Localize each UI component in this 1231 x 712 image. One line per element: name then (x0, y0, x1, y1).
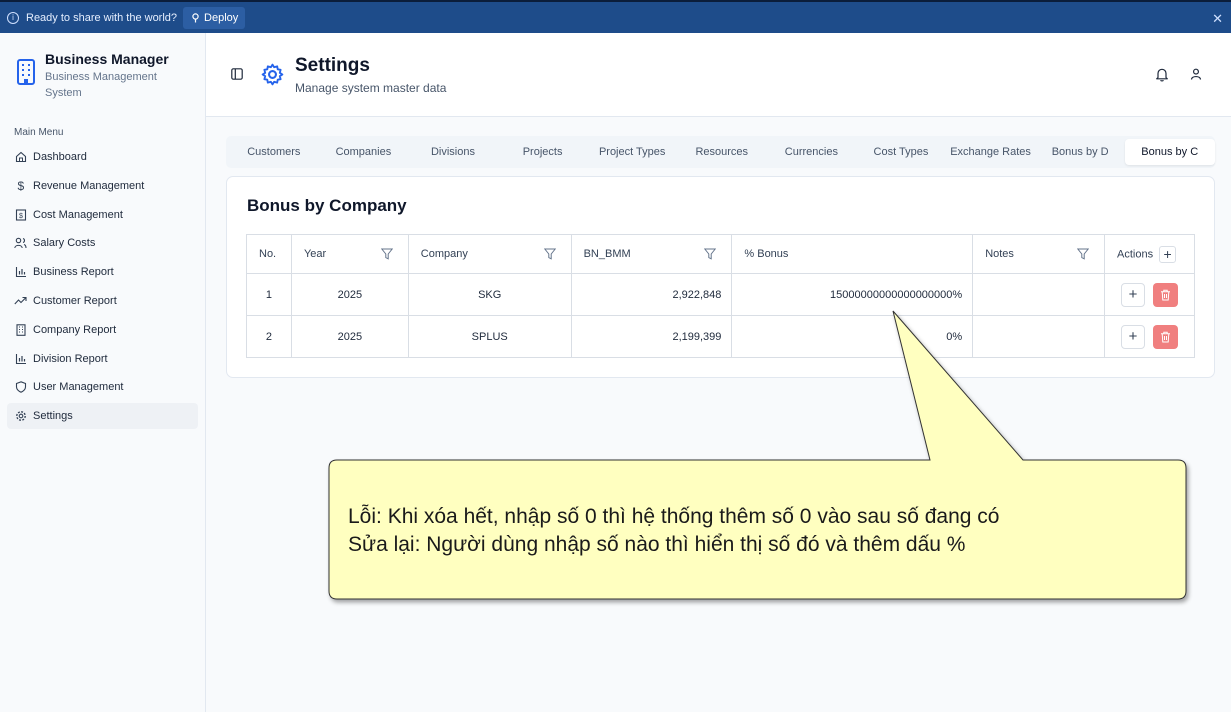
annotation-callout (328, 310, 1187, 600)
callout-text: Lỗi: Khi xóa hết, nhập số 0 thì hệ thống… (348, 503, 999, 559)
callout-line-1: Lỗi: Khi xóa hết, nhập số 0 thì hệ thống… (348, 505, 1000, 528)
callout-line-2: Sửa lại: Người dùng nhập số nào thì hiển… (348, 533, 966, 556)
